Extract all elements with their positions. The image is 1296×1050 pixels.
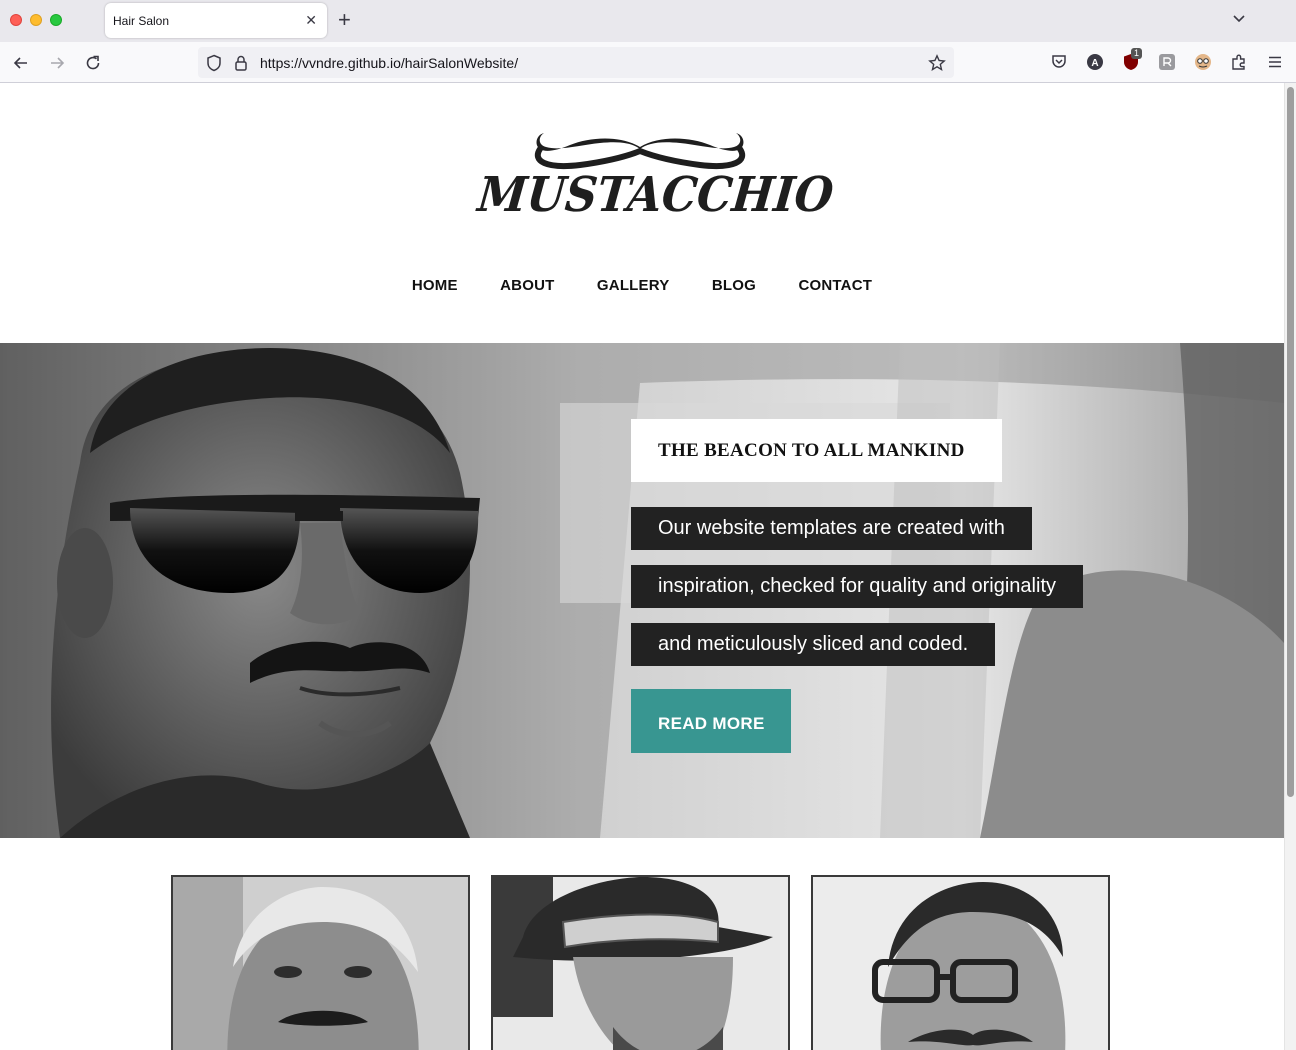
- hero-text-line-1: Our website templates are created with: [631, 507, 1032, 550]
- nav-about[interactable]: ABOUT: [500, 277, 554, 294]
- tab-title: Hair Salon: [113, 14, 170, 28]
- ublock-extension-icon[interactable]: 1: [1122, 48, 1143, 71]
- hero-text-line-2: inspiration, checked for quality and ori…: [631, 565, 1083, 608]
- back-arrow-icon[interactable]: [11, 53, 31, 73]
- tab-list-chevron-icon[interactable]: [1232, 12, 1246, 26]
- extension-badge: 1: [1131, 48, 1143, 59]
- nav-contact[interactable]: CONTACT: [798, 277, 872, 294]
- grammar-extension-icon[interactable]: [1158, 53, 1176, 71]
- app-menu-icon[interactable]: [1266, 53, 1284, 71]
- close-tab-icon[interactable]: ✕: [305, 12, 317, 28]
- bookmark-star-icon[interactable]: [928, 54, 946, 72]
- web-page: MUSTACCHIO HOME ABOUT GALLERY BLOG CONTA…: [0, 83, 1284, 1050]
- new-tab-icon[interactable]: +: [338, 8, 351, 32]
- account-avatar-icon[interactable]: A: [1086, 53, 1104, 71]
- browser-tab[interactable]: Hair Salon ✕: [105, 3, 327, 38]
- barber-card-2[interactable]: [491, 875, 790, 1050]
- nav-blog[interactable]: BLOG: [712, 277, 756, 294]
- browser-tab-bar: Hair Salon ✕ +: [0, 0, 1296, 42]
- pocket-icon[interactable]: [1050, 53, 1068, 71]
- hero-text-line-3: and meticulously sliced and coded.: [631, 623, 996, 666]
- nav-gallery[interactable]: GALLERY: [597, 277, 670, 294]
- main-navigation: HOME ABOUT GALLERY BLOG CONTACT: [0, 277, 1284, 297]
- lock-icon[interactable]: [234, 54, 248, 72]
- nav-home[interactable]: HOME: [412, 277, 458, 294]
- svg-text:A: A: [1091, 58, 1098, 69]
- url-text: https://vvndre.github.io/hairSalonWebsit…: [260, 55, 519, 71]
- hero-banner: THE BEACON TO ALL MANKIND Our website te…: [0, 343, 1284, 838]
- barber-cards-row: [0, 875, 1284, 1050]
- barber-photo-2: [493, 877, 788, 1050]
- barber-card-3[interactable]: [811, 875, 1110, 1050]
- face-extension-icon[interactable]: [1194, 53, 1212, 71]
- barber-photo-3: [813, 877, 1108, 1050]
- reload-icon[interactable]: [83, 53, 103, 73]
- forward-arrow-icon[interactable]: [47, 53, 67, 73]
- read-more-button[interactable]: READ MORE: [631, 689, 791, 753]
- browser-toolbar: https://vvndre.github.io/hairSalonWebsit…: [0, 42, 1296, 83]
- barber-card-1[interactable]: [171, 875, 470, 1050]
- maximize-window-button[interactable]: [50, 14, 62, 26]
- close-window-button[interactable]: [10, 14, 22, 26]
- logo-wordmark: MUSTACCHIO: [475, 167, 836, 223]
- hero-heading: THE BEACON TO ALL MANKIND: [658, 440, 965, 461]
- hero-heading-box: THE BEACON TO ALL MANKIND: [631, 419, 1002, 482]
- minimize-window-button[interactable]: [30, 14, 42, 26]
- address-bar[interactable]: https://vvndre.github.io/hairSalonWebsit…: [198, 47, 954, 78]
- barber-photo-1: [173, 877, 468, 1050]
- site-logo[interactable]: MUSTACCHIO: [470, 125, 836, 225]
- page-scrollbar[interactable]: [1284, 83, 1296, 1050]
- tracking-protection-shield-icon[interactable]: [206, 54, 222, 72]
- scrollbar-thumb[interactable]: [1287, 87, 1294, 797]
- extensions-puzzle-icon[interactable]: [1230, 53, 1248, 71]
